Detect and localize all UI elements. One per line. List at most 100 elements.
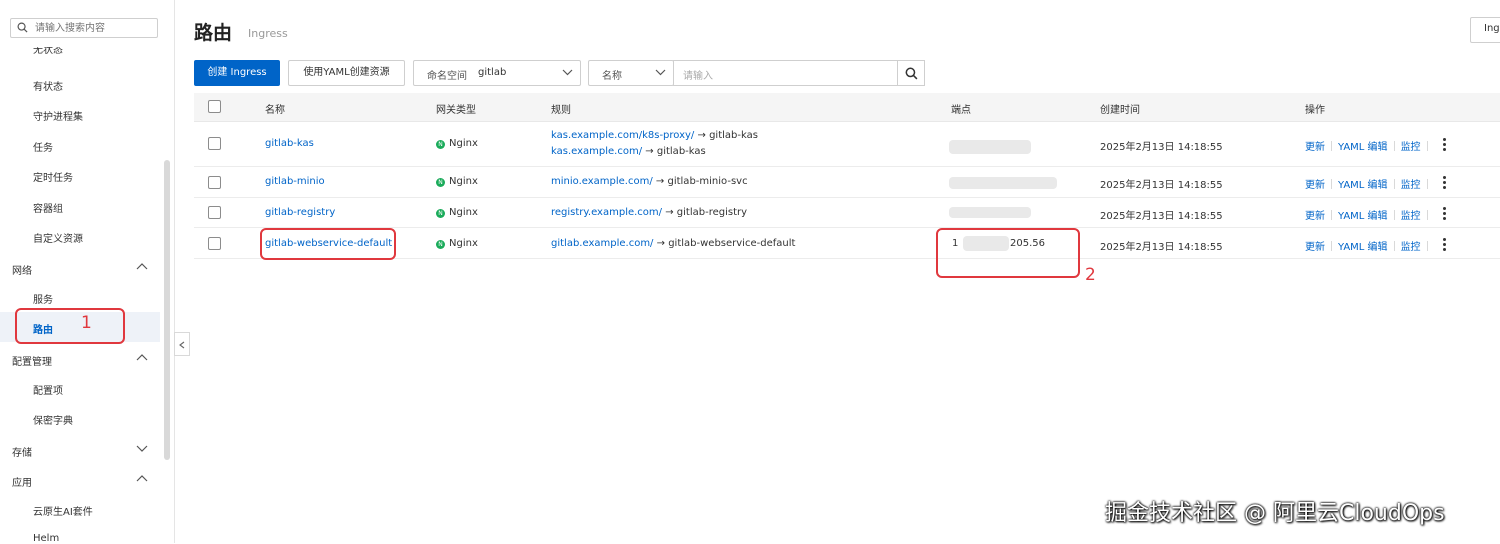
sidebar-item-pods[interactable]: 容器组 [33, 200, 63, 215]
watermark: 掘金技术社区 @ 阿里云CloudOps [1105, 501, 1445, 526]
monitor-link[interactable]: 监控 [1401, 242, 1421, 253]
more-actions-icon[interactable] [1443, 176, 1446, 191]
chevron-up-icon[interactable] [136, 262, 148, 270]
update-link[interactable]: 更新 [1305, 242, 1325, 253]
chevron-up-icon[interactable] [136, 353, 148, 361]
sidebar-item-deployments[interactable]: 无状态 [33, 47, 63, 59]
annotation-number-2: 2 [1085, 265, 1096, 285]
search-icon [17, 22, 28, 33]
table-row: gitlab-registry N Nginx registry.example.… [194, 198, 1500, 228]
column-header-rules: 规则 [551, 105, 571, 116]
gateway-type: N Nginx [436, 138, 478, 149]
table-row: gitlab-minio N Nginx minio.example.com/ →… [194, 167, 1500, 198]
monitor-link[interactable]: 监控 [1401, 180, 1421, 191]
chevron-down-icon [655, 69, 666, 76]
nginx-icon: N [436, 178, 445, 187]
update-link[interactable]: 更新 [1305, 180, 1325, 191]
page-title: 路由 [194, 22, 233, 44]
sidebar-search-input[interactable] [35, 20, 153, 36]
column-header-endpoint: 端点 [951, 105, 971, 116]
column-header-created: 创建时间 [1100, 105, 1140, 116]
endpoint-redacted [949, 177, 1057, 189]
search-icon [905, 67, 918, 80]
chevron-down-icon[interactable] [136, 445, 148, 453]
filter-type-select[interactable]: 名称 [588, 60, 674, 86]
filter-type-value: 名称 [602, 71, 622, 82]
sidebar-item-cronjobs[interactable]: 定时任务 [33, 169, 73, 184]
row-checkbox[interactable] [208, 206, 221, 219]
ingress-name-link[interactable]: gitlab-minio [265, 176, 325, 187]
annotation-box-name [260, 228, 396, 260]
sidebar-search[interactable] [10, 18, 158, 38]
sidebar-item-helm[interactable]: Helm [33, 533, 59, 544]
rule-host-link[interactable]: kas.example.com/k8s-proxy/ [551, 130, 694, 141]
sidebar-group-apps[interactable]: 应用 [12, 474, 32, 489]
namespace-value: gitlab [478, 67, 507, 78]
create-with-yaml-button[interactable]: 使用YAML创建资源 [288, 60, 405, 86]
yaml-edit-link[interactable]: YAML 编辑 [1338, 211, 1388, 222]
yaml-edit-link[interactable]: YAML 编辑 [1338, 180, 1388, 191]
row-checkbox[interactable] [208, 237, 221, 250]
row-actions: 更新 YAML 编辑 监控 [1305, 238, 1434, 253]
sidebar-group-storage[interactable]: 存储 [12, 444, 32, 459]
page-subtitle: Ingress [248, 27, 288, 40]
rule-host-link[interactable]: kas.example.com/ [551, 146, 642, 157]
rule-line: gitlab.example.com/ → gitlab-webservice-… [551, 238, 796, 249]
row-actions: 更新 YAML 编辑 监控 [1305, 207, 1434, 222]
sidebar-item-services[interactable]: 服务 [33, 291, 53, 306]
rule-host-link[interactable]: registry.example.com/ [551, 207, 662, 218]
gateway-type: N Nginx [436, 238, 478, 249]
create-ingress-button[interactable]: 创建 Ingress [194, 60, 280, 86]
table-row: gitlab-kas N Nginx kas.example.com/k8s-pr… [194, 122, 1500, 167]
rule-host-link[interactable]: gitlab.example.com/ [551, 238, 653, 249]
row-checkbox[interactable] [208, 137, 221, 150]
monitor-link[interactable]: 监控 [1401, 142, 1421, 153]
annotation-box-2 [936, 228, 1080, 278]
rule-line: kas.example.com/ → gitlab-kas [551, 146, 706, 157]
select-all-checkbox[interactable] [208, 100, 221, 113]
sidebar-item-statefulsets[interactable]: 有状态 [33, 78, 63, 93]
ingress-name-link[interactable]: gitlab-kas [265, 138, 314, 149]
gateway-type: N Nginx [436, 176, 478, 187]
sidebar-group-config[interactable]: 配置管理 [12, 353, 52, 368]
row-actions: 更新 YAML 编辑 监控 [1305, 138, 1434, 153]
yaml-edit-link[interactable]: YAML 编辑 [1338, 242, 1388, 253]
created-time: 2025年2月13日 14:18:55 [1100, 242, 1223, 253]
rule-line: minio.example.com/ → gitlab-minio-svc [551, 176, 748, 187]
nginx-icon: N [436, 240, 445, 249]
more-actions-icon[interactable] [1443, 207, 1446, 222]
rule-host-link[interactable]: minio.example.com/ [551, 176, 653, 187]
created-time: 2025年2月13日 14:18:55 [1100, 211, 1223, 222]
main-content: 路由 Ingress Ingress 创建 Ingress 使用YAML创建资源… [175, 0, 1500, 543]
sidebar-item-ai-suite[interactable]: 云原生AI套件 [33, 503, 93, 518]
ingress-name-link[interactable]: gitlab-registry [265, 207, 335, 218]
top-right-ingress-button[interactable]: Ingress [1470, 17, 1500, 43]
endpoint-redacted [949, 140, 1031, 154]
more-actions-icon[interactable] [1443, 138, 1446, 153]
column-header-actions: 操作 [1305, 105, 1325, 116]
update-link[interactable]: 更新 [1305, 142, 1325, 153]
sidebar-item-secrets[interactable]: 保密字典 [33, 412, 73, 427]
more-actions-icon[interactable] [1443, 238, 1446, 253]
monitor-link[interactable]: 监控 [1401, 211, 1421, 222]
sidebar-group-network[interactable]: 网络 [12, 262, 32, 277]
search-input[interactable]: 请输入 [673, 60, 898, 86]
sidebar-item-daemonsets[interactable]: 守护进程集 [33, 108, 83, 123]
column-header-name: 名称 [265, 105, 285, 116]
created-time: 2025年2月13日 14:18:55 [1100, 180, 1223, 191]
sidebar-item-custom-resources[interactable]: 自定义资源 [33, 230, 83, 245]
sidebar-item-configmaps[interactable]: 配置项 [33, 382, 63, 397]
yaml-edit-link[interactable]: YAML 编辑 [1338, 142, 1388, 153]
update-link[interactable]: 更新 [1305, 211, 1325, 222]
namespace-label: 命名空间 [427, 71, 467, 82]
row-checkbox[interactable] [208, 176, 221, 189]
sidebar-scrollbar[interactable] [164, 160, 170, 460]
sidebar-item-jobs[interactable]: 任务 [33, 139, 53, 154]
namespace-select[interactable]: 命名空间 gitlab [413, 60, 581, 86]
chevron-up-icon[interactable] [136, 474, 148, 482]
column-header-gateway: 网关类型 [436, 105, 476, 116]
nginx-icon: N [436, 140, 445, 149]
annotation-box-1 [15, 308, 125, 344]
table-header: 名称 网关类型 规则 端点 创建时间 操作 [194, 93, 1500, 122]
search-button[interactable] [897, 60, 925, 86]
